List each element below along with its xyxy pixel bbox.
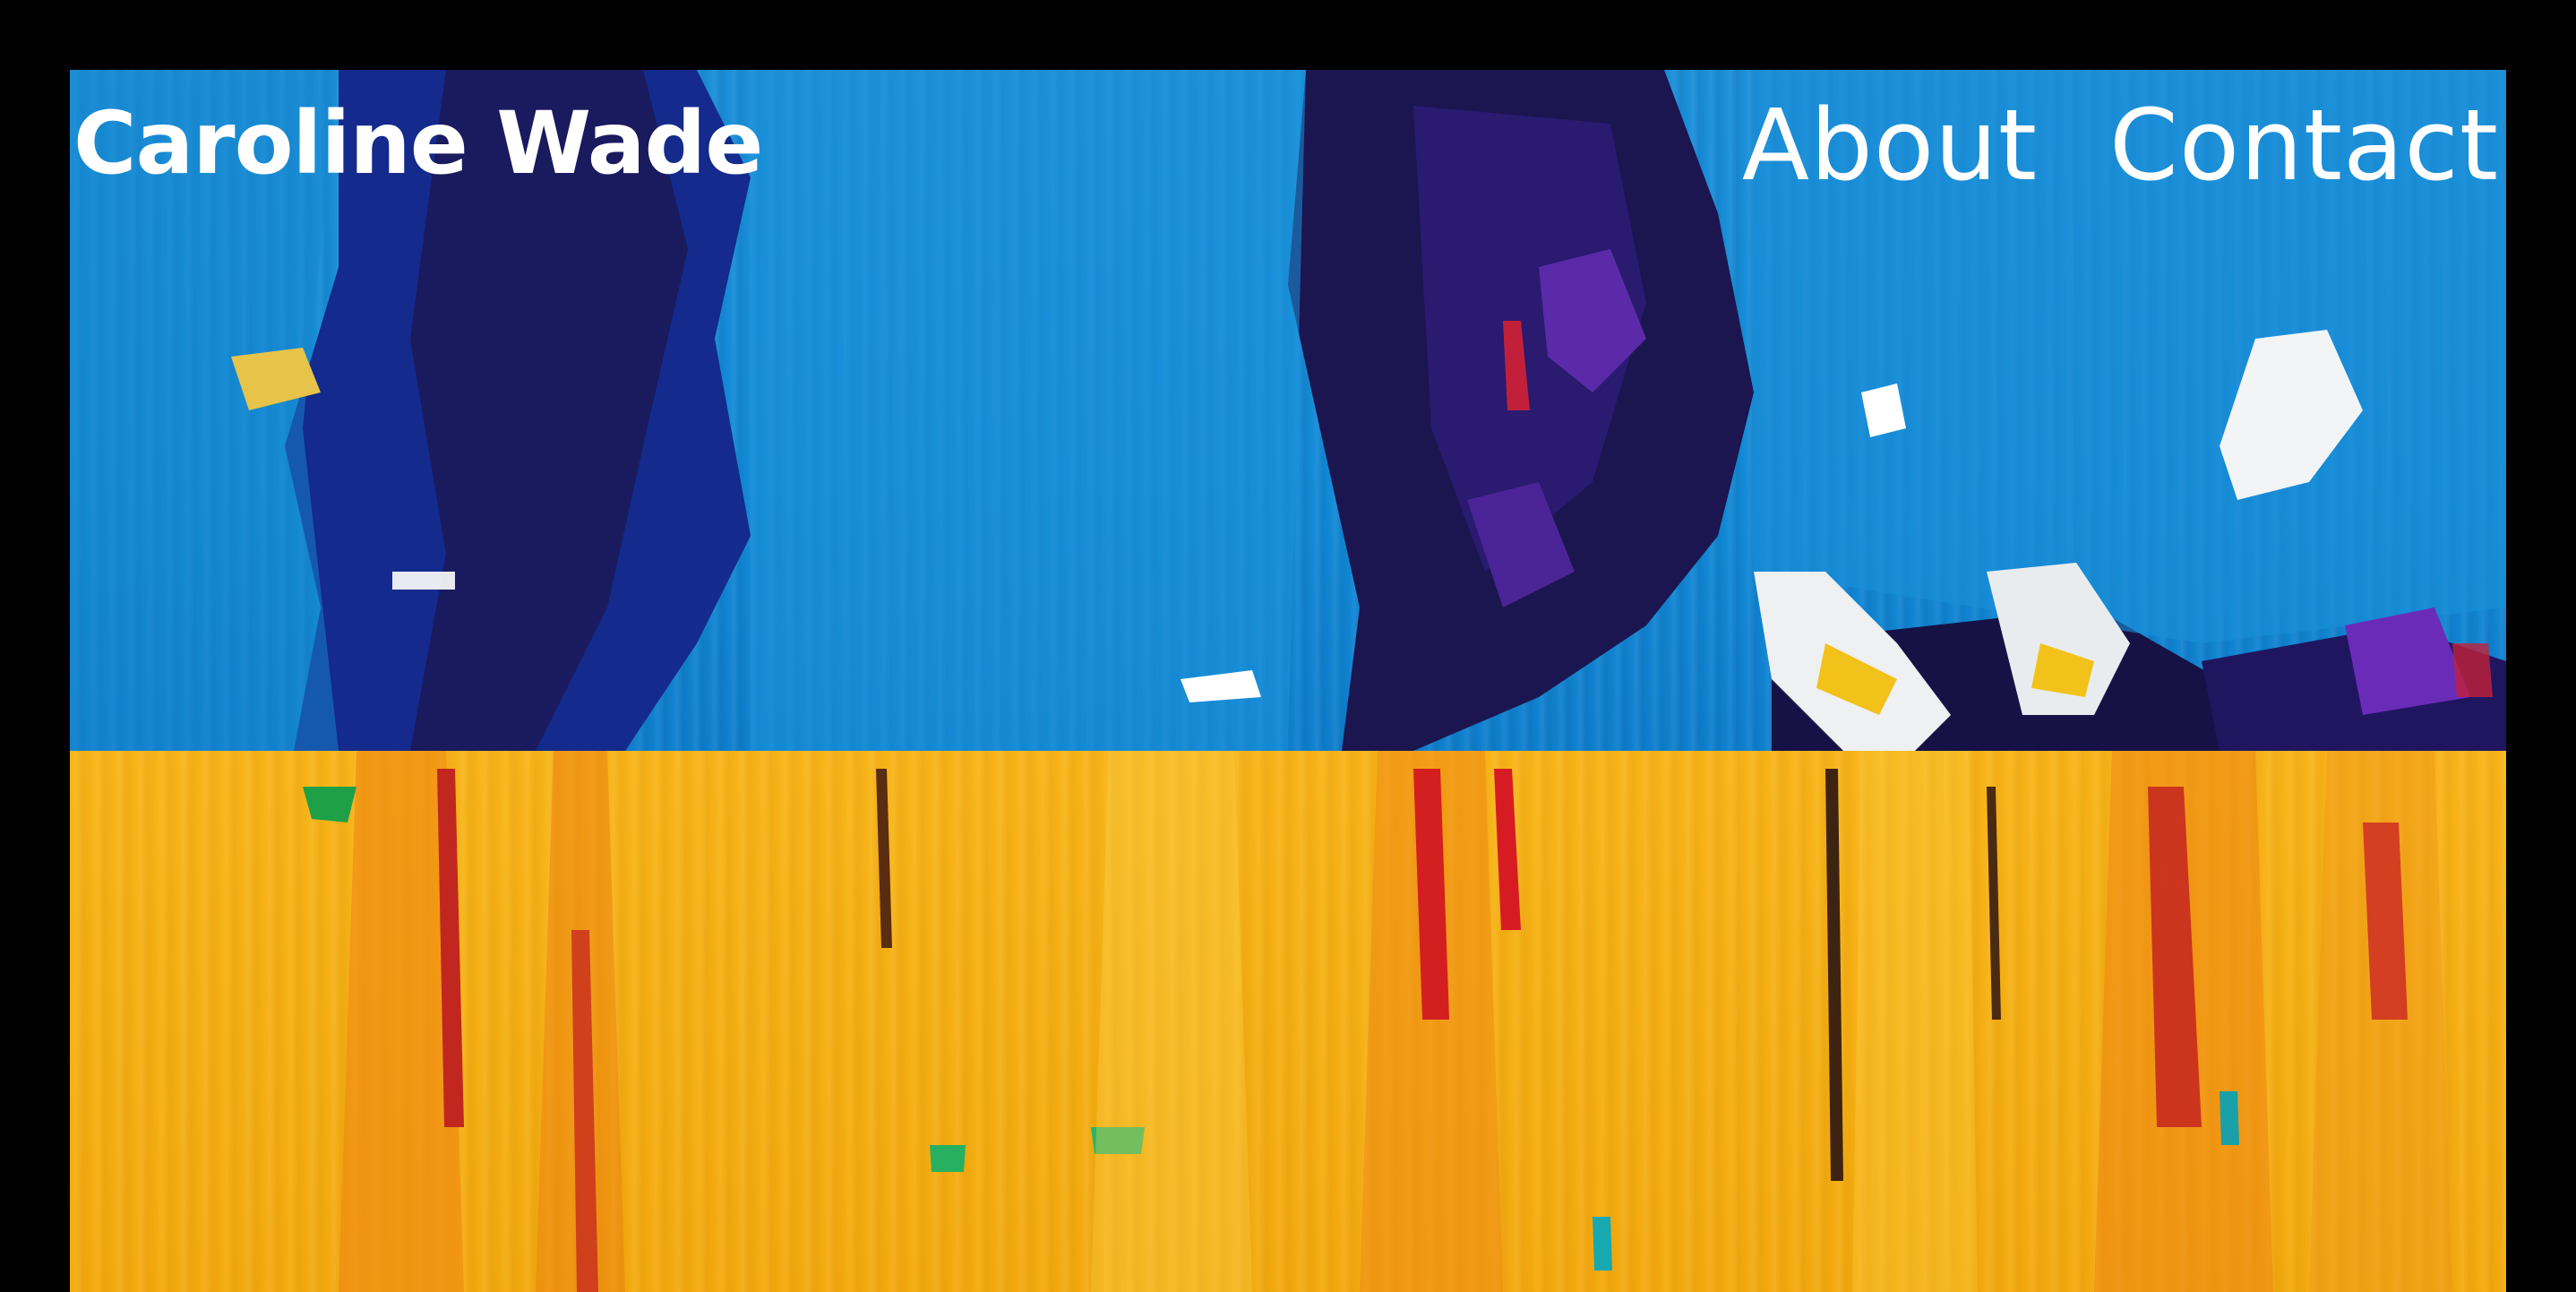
yellow-paint-strokes — [303, 751, 2452, 1292]
yellow-abstract-painting — [70, 751, 2506, 1292]
hero-frame — [70, 70, 2506, 1292]
site-header — [70, 70, 2506, 231]
